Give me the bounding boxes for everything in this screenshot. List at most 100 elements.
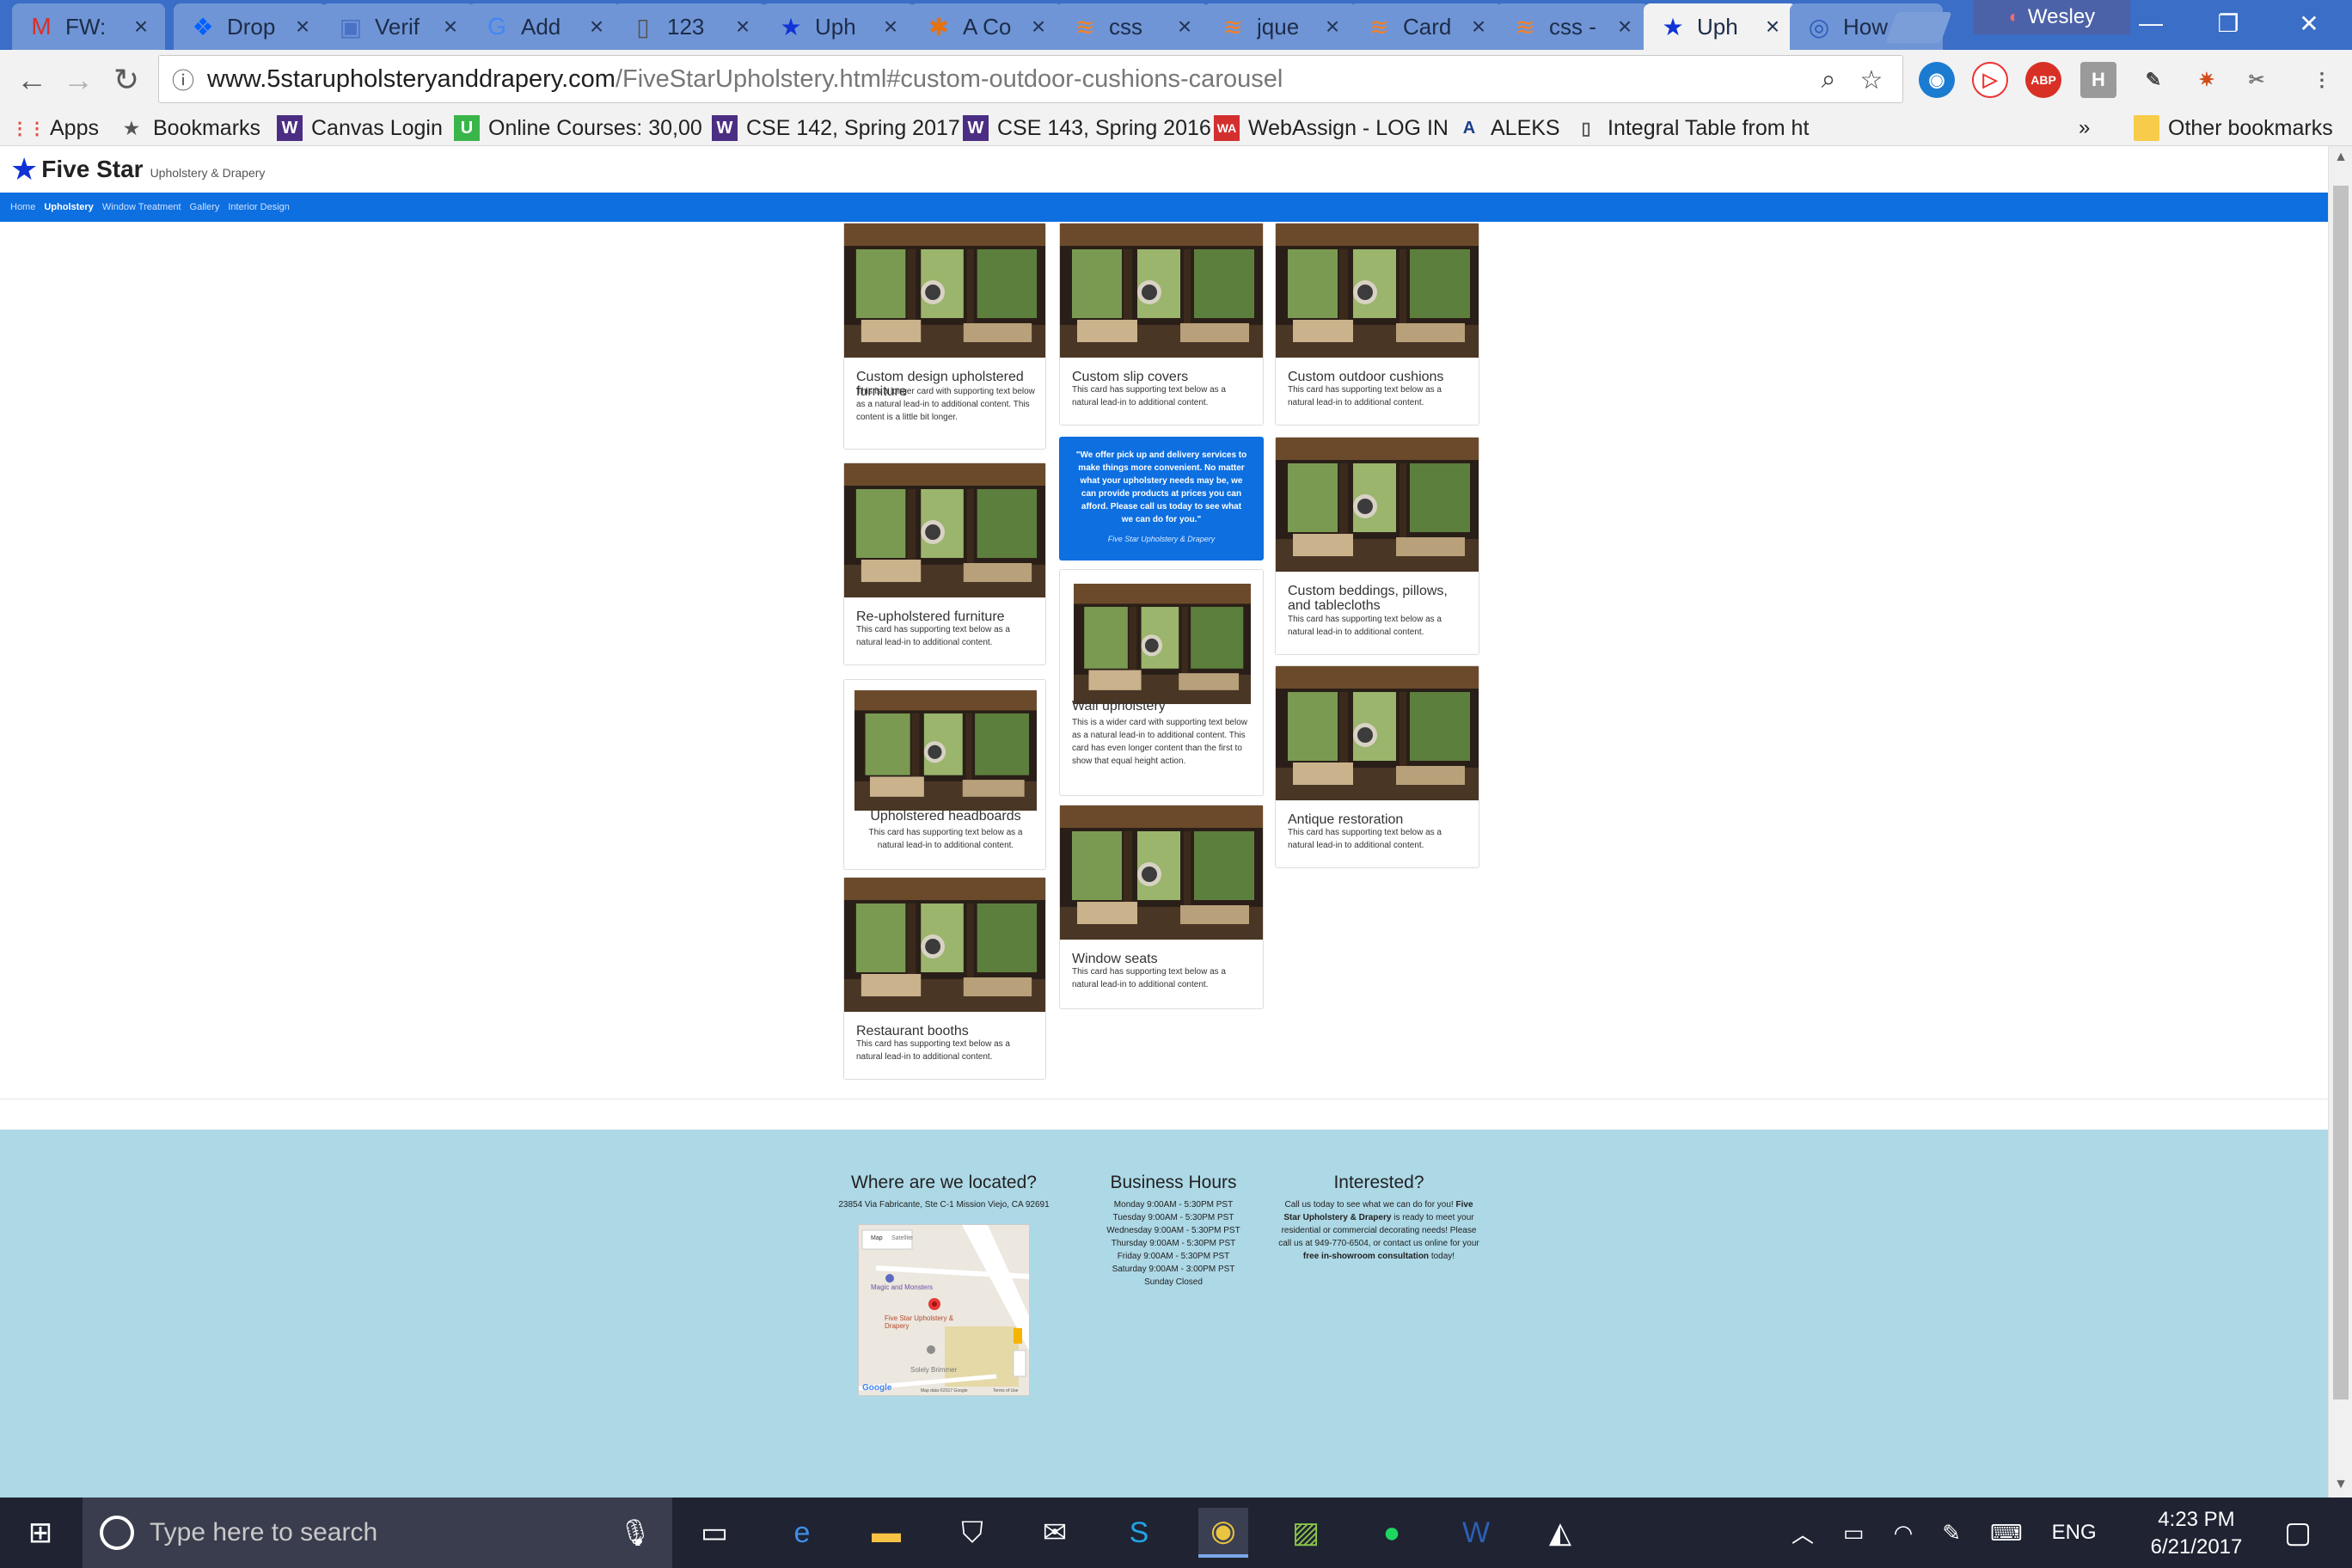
bookmark-item[interactable]: U Online Courses: 30,00: [454, 112, 702, 144]
site-nav-link[interactable]: Window Treatment: [102, 202, 181, 212]
browser-tab[interactable]: ✱ A Co ×: [910, 3, 1063, 50]
service-card[interactable]: Re-upholstered furniture This card has su…: [843, 462, 1046, 665]
browser-tab[interactable]: ≋ css ×: [1056, 3, 1209, 50]
browser-tab[interactable]: ≋ jque ×: [1204, 3, 1357, 50]
scroll-down-arrow[interactable]: ▼: [2329, 1477, 2352, 1492]
microphone-icon[interactable]: 🎙: [619, 1518, 652, 1548]
action-center-icon[interactable]: ▢: [2273, 1508, 2323, 1558]
location-map[interactable]: Map Satellite Magic and Monsters Five St…: [858, 1224, 1030, 1396]
other-bookmarks-folder[interactable]: Other bookmarks: [2134, 112, 2333, 144]
scroll-up-arrow[interactable]: ▲: [2329, 150, 2352, 165]
browser-tab[interactable]: M FW: ×: [12, 3, 165, 50]
battery-icon[interactable]: ▭: [1843, 1520, 1865, 1547]
service-card[interactable]: Restaurant booths This card has supportin…: [843, 877, 1046, 1080]
profile-button[interactable]: ◐ Wesley: [1974, 0, 2130, 34]
reload-button[interactable]: ↻: [105, 58, 148, 101]
browser-tab[interactable]: ★ Uph ×: [1644, 3, 1797, 50]
word-icon[interactable]: W: [1451, 1508, 1501, 1558]
service-card[interactable]: Wall upholstery This is a wider card with…: [1059, 569, 1264, 796]
browser-tab[interactable]: ▯ 123 ×: [614, 3, 767, 50]
service-card[interactable]: Window seats This card has supporting tex…: [1059, 805, 1264, 1009]
file-explorer-icon[interactable]: ▬: [861, 1508, 911, 1558]
browser-tab[interactable]: ≋ Card ×: [1350, 3, 1503, 50]
eyedropper-icon[interactable]: ✎: [2135, 62, 2171, 98]
paint-icon[interactable]: ▨: [1281, 1508, 1331, 1558]
forward-button[interactable]: →: [57, 58, 100, 101]
map-type-satellite[interactable]: Satellite: [891, 1235, 913, 1241]
extension-eye-icon[interactable]: ◉: [1919, 62, 1955, 98]
extension-play-icon[interactable]: ▷: [1972, 62, 2008, 98]
language-indicator[interactable]: ENG: [2052, 1521, 2097, 1545]
browser-tab[interactable]: ❖ Drop ×: [174, 3, 327, 50]
address-bar[interactable]: ⓘ www.5starupholsteryanddrapery.com /Fiv…: [158, 55, 1903, 103]
bookmark-item[interactable]: W Canvas Login: [277, 112, 443, 144]
browser-tab[interactable]: ▣ Verif ×: [322, 3, 475, 50]
edge-icon[interactable]: e: [777, 1508, 827, 1558]
restore-button[interactable]: ❐: [2194, 0, 2263, 46]
close-window-button[interactable]: ✕: [2275, 0, 2343, 46]
site-logo-text[interactable]: Five Star: [41, 156, 143, 183]
windows-start-icon[interactable]: ⊞: [15, 1508, 65, 1558]
site-nav-link[interactable]: Interior Design: [228, 202, 290, 212]
browser-tab[interactable]: G Add ×: [468, 3, 621, 50]
site-nav-link[interactable]: Home: [10, 202, 35, 212]
tray-overflow-icon[interactable]: ︿: [1792, 1517, 1814, 1549]
adblock-icon[interactable]: ABP: [2025, 62, 2061, 98]
taskbar-search-box[interactable]: Type here to search 🎙: [83, 1498, 672, 1568]
zoom-search-icon[interactable]: ⌕: [1811, 63, 1846, 97]
bookmark-star-icon[interactable]: ☆: [1854, 63, 1889, 97]
skype-icon[interactable]: S: [1114, 1508, 1164, 1558]
minimize-button[interactable]: —: [2116, 0, 2185, 46]
chrome-icon[interactable]: ◉: [1198, 1508, 1248, 1558]
pen-icon[interactable]: ✎: [1942, 1520, 1961, 1547]
extension-h-icon[interactable]: H: [2080, 62, 2116, 98]
spotify-icon[interactable]: ●: [1367, 1508, 1417, 1558]
tab-close-icon[interactable]: ×: [1320, 13, 1344, 40]
wifi-icon[interactable]: ◠: [1894, 1520, 1914, 1547]
bookmark-item[interactable]: ▯ Integral Table from ht: [1573, 112, 1809, 144]
bookmark-item[interactable]: ★ Bookmarks: [119, 112, 260, 144]
service-card[interactable]: Custom design upholstered furniture This …: [843, 223, 1046, 450]
service-card[interactable]: Custom beddings, pillows, and tablecloth…: [1275, 437, 1479, 655]
bookmark-item[interactable]: W CSE 143, Spring 2016: [963, 112, 1211, 144]
menu-icon[interactable]: ⋮: [2304, 62, 2340, 98]
bookmark-item[interactable]: ⋮⋮ Apps: [11, 112, 99, 144]
bookmark-item[interactable]: WA WebAssign - LOG IN: [1214, 112, 1449, 144]
page-scrollbar[interactable]: ▲ ▼: [2328, 146, 2352, 1498]
tab-close-icon[interactable]: ×: [1613, 13, 1637, 40]
tab-close-icon[interactable]: ×: [438, 13, 462, 40]
photos-icon[interactable]: ◭: [1535, 1508, 1585, 1558]
keyboard-icon[interactable]: ⌨: [1990, 1520, 2023, 1547]
task-view-icon[interactable]: ▭: [689, 1508, 739, 1558]
taskbar-clock[interactable]: 4:23 PM 6/21/2017: [2141, 1506, 2252, 1561]
tab-close-icon[interactable]: ×: [291, 13, 315, 40]
service-card[interactable]: Custom slip covers This card has supporti…: [1059, 223, 1264, 426]
browser-tab[interactable]: ≋ css - ×: [1496, 3, 1649, 50]
scissors-icon[interactable]: ✂: [2239, 62, 2275, 98]
browser-tab[interactable]: ★ Uph ×: [762, 3, 915, 50]
tab-close-icon[interactable]: ×: [731, 13, 755, 40]
tab-close-icon[interactable]: ×: [1173, 13, 1197, 40]
site-nav-link[interactable]: Gallery: [190, 202, 220, 212]
site-info-icon[interactable]: ⓘ: [159, 64, 207, 95]
back-button[interactable]: ←: [10, 58, 53, 101]
extension-crab-icon[interactable]: ✷: [2189, 62, 2225, 98]
tab-close-icon[interactable]: ×: [1761, 13, 1785, 40]
scroll-thumb[interactable]: [2333, 186, 2349, 1400]
bookmarks-overflow-button[interactable]: »: [2079, 112, 2090, 144]
service-card[interactable]: Upholstered headboards This card has supp…: [843, 679, 1046, 870]
map-terms-link[interactable]: Terms of Use: [993, 1388, 1018, 1393]
tab-close-icon[interactable]: ×: [1467, 13, 1491, 40]
store-icon[interactable]: ⛉: [947, 1508, 997, 1558]
service-card[interactable]: Custom outdoor cushions This card has sup…: [1275, 223, 1479, 426]
bookmark-item[interactable]: A ALEKS: [1456, 112, 1560, 144]
tab-close-icon[interactable]: ×: [879, 13, 903, 40]
new-tab-button[interactable]: [1885, 12, 1952, 43]
site-nav-link[interactable]: Upholstery: [44, 202, 93, 212]
tab-close-icon[interactable]: ×: [1026, 13, 1050, 40]
bookmark-item[interactable]: W CSE 142, Spring 2017: [712, 112, 960, 144]
tab-close-icon[interactable]: ×: [129, 13, 153, 40]
tab-close-icon[interactable]: ×: [585, 13, 609, 40]
map-type-map[interactable]: Map: [871, 1235, 883, 1241]
service-card[interactable]: Antique restoration This card has support…: [1275, 665, 1479, 868]
